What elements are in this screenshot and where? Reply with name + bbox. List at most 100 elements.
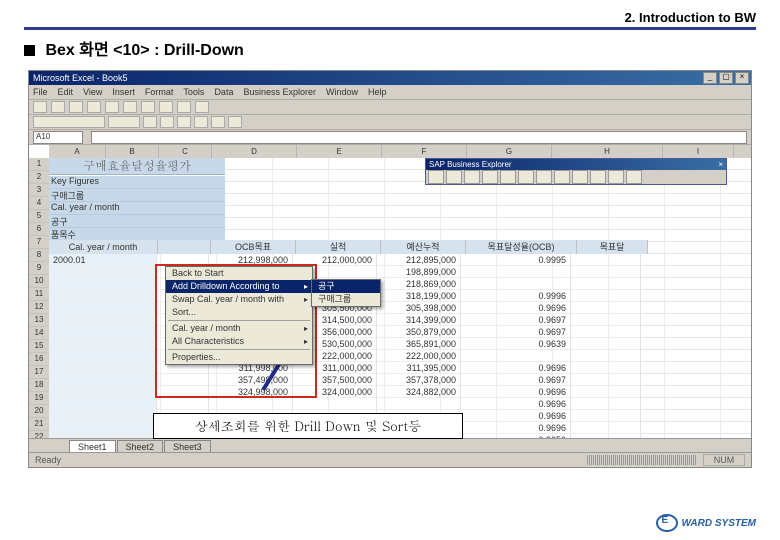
context-submenu[interactable]: 공구구매그룹 — [311, 279, 381, 307]
toolbar-btn[interactable] — [69, 101, 83, 113]
data-cell — [157, 398, 209, 410]
context-menu-item[interactable]: Cal. year / month — [166, 322, 312, 335]
sheet-tabs[interactable]: Sheet1Sheet2Sheet3 — [29, 438, 751, 453]
sap-toolbar[interactable]: SAP Business Explorer × — [425, 158, 727, 185]
sap-btn[interactable] — [572, 170, 588, 184]
menu-file[interactable]: File — [33, 87, 48, 97]
sap-toolbar-close-icon[interactable]: × — [718, 159, 723, 170]
context-menu-item[interactable]: All Characteristics — [166, 335, 312, 348]
col-I[interactable]: I — [663, 145, 734, 158]
sap-btn[interactable] — [464, 170, 480, 184]
sheet-tab[interactable]: Sheet1 — [69, 440, 116, 453]
data-row: 198,899,000 — [49, 266, 641, 278]
row-header[interactable]: 18 — [29, 379, 49, 392]
row-header[interactable]: 14 — [29, 327, 49, 340]
row-header[interactable]: 17 — [29, 366, 49, 379]
context-menu-item[interactable]: Sort... — [166, 306, 312, 319]
toolbar-btn[interactable] — [105, 101, 119, 113]
submenu-item[interactable]: 구매그룹 — [312, 293, 380, 306]
menu-data[interactable]: Data — [214, 87, 233, 97]
context-menu-item[interactable]: Add Drilldown According to — [166, 280, 312, 293]
toolbar-btn[interactable] — [51, 101, 65, 113]
sap-btn[interactable] — [446, 170, 462, 184]
report-title: 구매효율달성율평가 — [49, 158, 225, 175]
row-header[interactable]: 7 — [29, 236, 49, 249]
toolbar-btn[interactable] — [211, 116, 225, 128]
data-cell — [157, 374, 209, 386]
menu-bar[interactable]: File Edit View Insert Format Tools Data Busines… — [29, 85, 751, 100]
sheet-tab[interactable]: Sheet2 — [117, 440, 164, 453]
menu-insert[interactable]: Insert — [112, 87, 135, 97]
context-menu[interactable]: Back to StartAdd Drilldown According toS… — [165, 266, 313, 365]
row-header[interactable]: 16 — [29, 353, 49, 366]
row-header[interactable]: 9 — [29, 262, 49, 275]
col-F[interactable]: F — [382, 145, 467, 158]
row-header[interactable]: 4 — [29, 197, 49, 210]
menu-edit[interactable]: Edit — [58, 87, 74, 97]
menu-help[interactable]: Help — [368, 87, 387, 97]
sap-btn[interactable] — [428, 170, 444, 184]
size-combo[interactable] — [108, 116, 140, 128]
menu-format[interactable]: Format — [145, 87, 174, 97]
sap-btn[interactable] — [608, 170, 624, 184]
sap-btn[interactable] — [518, 170, 534, 184]
standard-toolbar[interactable] — [29, 100, 751, 115]
worksheet-grid[interactable]: A B C D E F G H I 1234567891011121314151… — [29, 145, 751, 455]
maximize-button[interactable]: ▢ — [719, 72, 733, 84]
toolbar-btn[interactable] — [141, 101, 155, 113]
toolbar-btn[interactable] — [87, 101, 101, 113]
row-header[interactable]: 15 — [29, 340, 49, 353]
row-header[interactable]: 6 — [29, 223, 49, 236]
font-combo[interactable] — [33, 116, 105, 128]
menu-view[interactable]: View — [83, 87, 102, 97]
col-E[interactable]: E — [297, 145, 382, 158]
toolbar-btn[interactable] — [123, 101, 137, 113]
row-header[interactable]: 1 — [29, 158, 49, 171]
context-menu-item[interactable]: Properties... — [166, 351, 312, 364]
toolbar-btn[interactable] — [143, 116, 157, 128]
sap-btn[interactable] — [626, 170, 642, 184]
submenu-item[interactable]: 공구 — [312, 280, 380, 293]
toolbar-btn[interactable] — [177, 101, 191, 113]
sap-btn[interactable] — [482, 170, 498, 184]
toolbar-btn[interactable] — [160, 116, 174, 128]
toolbar-btn[interactable] — [194, 116, 208, 128]
menu-businessexplorer[interactable]: Business Explorer — [243, 87, 316, 97]
row-header[interactable]: 19 — [29, 392, 49, 405]
sheet-tab[interactable]: Sheet3 — [164, 440, 211, 453]
data-cell — [571, 338, 641, 350]
formula-input[interactable] — [91, 131, 747, 144]
sap-btn[interactable] — [554, 170, 570, 184]
row-header[interactable]: 3 — [29, 184, 49, 197]
close-button[interactable]: × — [735, 72, 749, 84]
row-header[interactable]: 8 — [29, 249, 49, 262]
col-G[interactable]: G — [467, 145, 552, 158]
col-D[interactable]: D — [212, 145, 297, 158]
formatting-toolbar[interactable] — [29, 115, 751, 130]
toolbar-btn[interactable] — [159, 101, 173, 113]
row-header[interactable]: 21 — [29, 418, 49, 431]
col-H[interactable]: H — [552, 145, 663, 158]
toolbar-btn[interactable] — [33, 101, 47, 113]
row-header[interactable]: 12 — [29, 301, 49, 314]
minimize-button[interactable]: _ — [703, 72, 717, 84]
name-box[interactable]: A10 — [33, 131, 83, 144]
row-header[interactable]: 11 — [29, 288, 49, 301]
sap-btn[interactable] — [590, 170, 606, 184]
menu-tools[interactable]: Tools — [183, 87, 204, 97]
row-header[interactable]: 5 — [29, 210, 49, 223]
cells-area[interactable]: 구매효율달성율평가 Key Figures구매그룹Cal. year / mon… — [49, 158, 751, 455]
toolbar-btn[interactable] — [177, 116, 191, 128]
sap-btn[interactable] — [536, 170, 552, 184]
row-header[interactable]: 2 — [29, 171, 49, 184]
toolbar-btn[interactable] — [195, 101, 209, 113]
row-header[interactable]: 10 — [29, 275, 49, 288]
menu-window[interactable]: Window — [326, 87, 358, 97]
data-col-header: 목표달 — [577, 240, 648, 254]
row-header[interactable]: 13 — [29, 314, 49, 327]
context-menu-item[interactable]: Back to Start — [166, 267, 312, 280]
context-menu-item[interactable]: Swap Cal. year / month with — [166, 293, 312, 306]
sap-btn[interactable] — [500, 170, 516, 184]
row-header[interactable]: 20 — [29, 405, 49, 418]
toolbar-btn[interactable] — [228, 116, 242, 128]
